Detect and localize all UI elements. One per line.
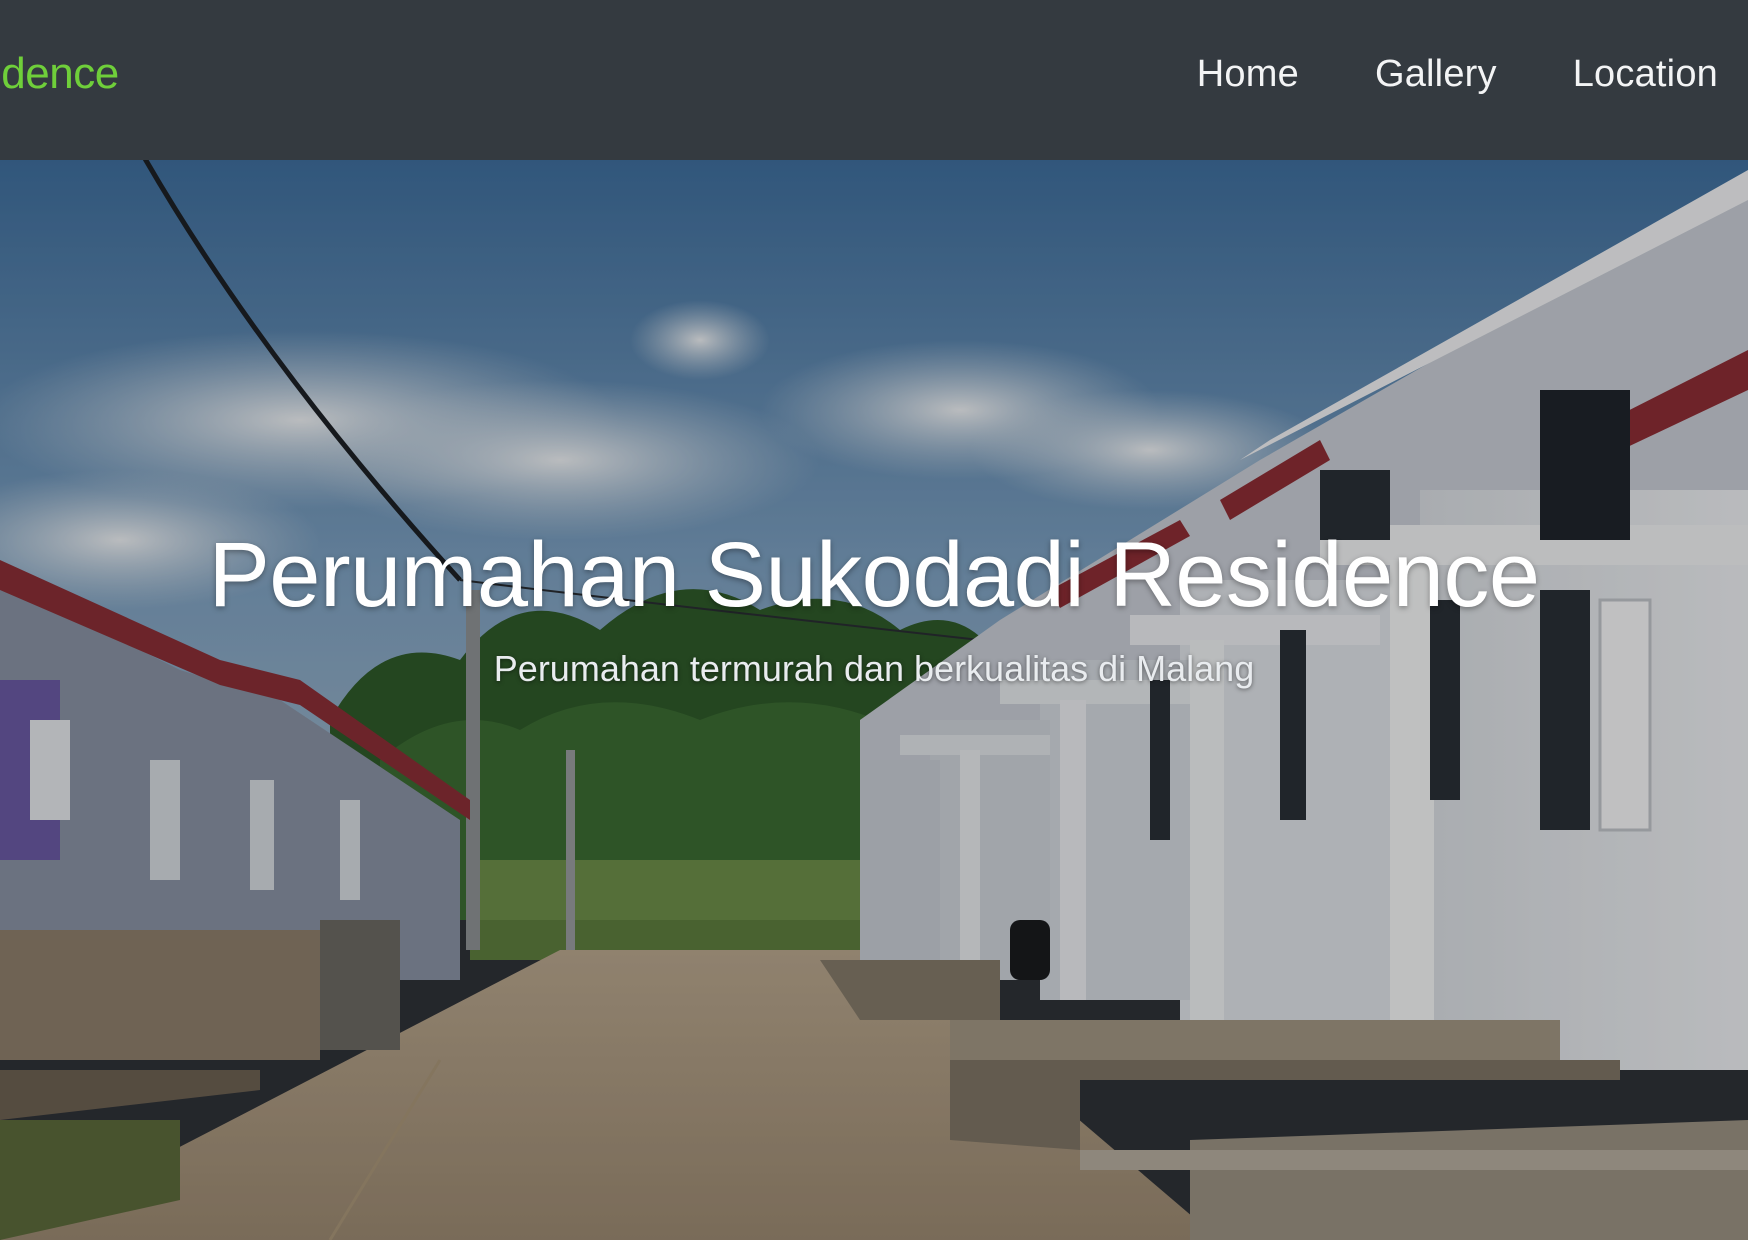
hero-dark-overlay (0, 160, 1748, 1240)
navbar-brand[interactable]: idence (0, 44, 119, 104)
hero-subtitle: Perumahan termurah dan berkualitas di Ma… (493, 648, 1255, 689)
nav-link-home[interactable]: Home (1197, 48, 1299, 100)
navbar: idence Home Gallery Location (0, 0, 1748, 160)
hero-title: Perumahan Sukodadi Residence (208, 524, 1540, 626)
page: idence Home Gallery Location Perumahan S… (0, 0, 1748, 1240)
nav-link-location[interactable]: Location (1573, 48, 1718, 100)
nav-links: Home Gallery Location (1197, 48, 1718, 100)
nav-link-gallery[interactable]: Gallery (1375, 48, 1497, 100)
hero-section: Perumahan Sukodadi Residence Perumahan t… (0, 160, 1748, 1240)
